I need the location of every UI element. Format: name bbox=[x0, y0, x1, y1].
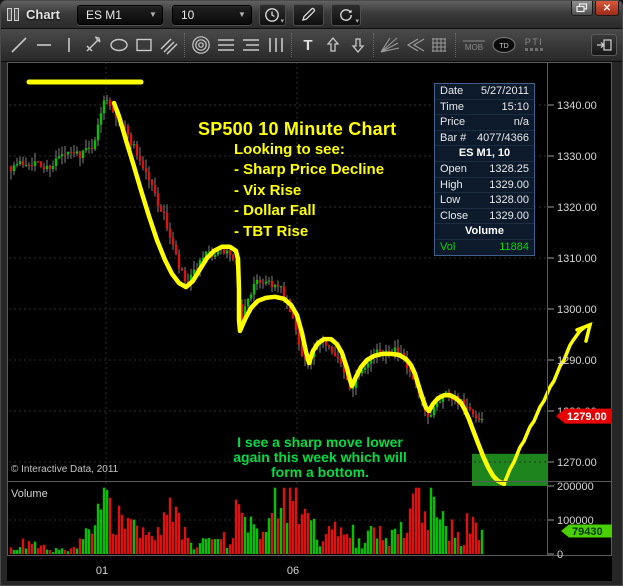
panel-label: Price bbox=[440, 115, 465, 130]
panel-label: Time bbox=[440, 100, 464, 115]
gann-arrows-tool[interactable] bbox=[402, 33, 427, 57]
time-range-button[interactable]: ▾ bbox=[259, 4, 286, 26]
close-icon: ✕ bbox=[603, 3, 611, 14]
fibonacci-time-zones-tool[interactable] bbox=[263, 33, 288, 57]
panel-symbol-header: ES M1, 10 bbox=[435, 146, 534, 162]
arrow-down-tool[interactable] bbox=[345, 33, 370, 57]
toolbar-separator bbox=[455, 33, 456, 57]
svg-text:MOB: MOB bbox=[465, 43, 483, 52]
svg-text:1340.00: 1340.00 bbox=[557, 100, 597, 112]
svg-text:PTI: PTI bbox=[525, 37, 544, 47]
speed-resistance-lines-tool[interactable] bbox=[238, 33, 263, 57]
panel-row: Date 5/27/2011 bbox=[435, 84, 534, 100]
dock-panel-button[interactable] bbox=[591, 34, 617, 56]
interval-dropdown[interactable]: 10 ▼ bbox=[172, 5, 252, 25]
rectangle-tool[interactable] bbox=[131, 33, 156, 57]
panel-row: Price n/a bbox=[435, 115, 534, 131]
mob-tool[interactable]: MOB bbox=[459, 33, 489, 57]
svg-text:0: 0 bbox=[557, 549, 563, 561]
chart-window-icon bbox=[7, 8, 19, 21]
panel-label: Vol bbox=[440, 240, 455, 255]
gann-fan-tool[interactable] bbox=[377, 33, 402, 57]
trendline-tool[interactable] bbox=[6, 33, 31, 57]
ellipse-tool[interactable] bbox=[106, 33, 131, 57]
toolbar-separator bbox=[291, 33, 292, 57]
interval-value: 10 bbox=[181, 8, 194, 22]
panel-label: Open bbox=[440, 162, 467, 177]
restore-icon bbox=[576, 3, 588, 13]
text-tool[interactable]: T bbox=[295, 33, 320, 57]
panel-value: n/a bbox=[514, 115, 529, 130]
window-controls: ✕ bbox=[571, 1, 622, 16]
svg-text:1320.00: 1320.00 bbox=[557, 202, 597, 214]
fibonacci-retracement-tool[interactable] bbox=[213, 33, 238, 57]
fibonacci-circles-tool[interactable] bbox=[188, 33, 213, 57]
svg-text:1290.00: 1290.00 bbox=[557, 355, 597, 367]
chevron-down-icon: ▼ bbox=[238, 10, 246, 19]
panel-value: 5/27/2011 bbox=[481, 84, 529, 99]
svg-text:200000: 200000 bbox=[557, 481, 594, 493]
svg-text:TD: TD bbox=[499, 43, 508, 50]
panel-label: Low bbox=[440, 193, 460, 208]
svg-text:1279.00: 1279.00 bbox=[567, 411, 607, 423]
symbol-value: ES M1 bbox=[86, 8, 122, 22]
panel-value: 1329.00 bbox=[489, 178, 529, 193]
chevron-down-icon: ▾ bbox=[355, 17, 359, 25]
title-bar: Chart ES M1 ▼ 10 ▼ ▾ ▾ ✕ bbox=[1, 1, 622, 29]
panel-value: 11884 bbox=[499, 240, 529, 255]
chart-area: 1340.00 1330.00 1320.00 1310.00 1300.00 1290.… bbox=[1, 62, 622, 585]
svg-text:1330.00: 1330.00 bbox=[557, 151, 597, 163]
vertical-line-tool[interactable] bbox=[56, 33, 81, 57]
svg-text:79430: 79430 bbox=[572, 526, 603, 538]
restore-window-button[interactable] bbox=[571, 1, 593, 16]
panel-label: Close bbox=[440, 209, 468, 224]
pitchfork-tool[interactable] bbox=[81, 33, 106, 57]
symbol-dropdown[interactable]: ES M1 ▼ bbox=[77, 5, 163, 25]
refresh-icon bbox=[338, 7, 354, 23]
svg-text:T: T bbox=[303, 37, 312, 54]
chart-window: Chart ES M1 ▼ 10 ▼ ▾ ▾ ✕ bbox=[0, 0, 623, 586]
pti-tool[interactable]: PTI bbox=[519, 33, 549, 57]
pencil-icon bbox=[300, 6, 317, 23]
panel-value: 1329.00 bbox=[489, 209, 529, 224]
panel-row-volume: Vol 11884 bbox=[435, 240, 534, 255]
toolbar-separator bbox=[184, 33, 185, 57]
panel-row: Close 1329.00 bbox=[435, 209, 534, 225]
panel-value: 1328.00 bbox=[489, 193, 529, 208]
draw-button[interactable] bbox=[293, 4, 324, 26]
panel-value: 4077/4366 bbox=[477, 131, 529, 146]
chevron-down-icon: ▾ bbox=[280, 17, 284, 25]
panel-label: High bbox=[440, 178, 463, 193]
panel-row: Low 1328.00 bbox=[435, 193, 534, 209]
toolbar-separator bbox=[373, 33, 374, 57]
panel-label: Bar # bbox=[440, 131, 466, 146]
drawing-toolbar: T MOB TD PTI bbox=[1, 29, 622, 62]
td-sequential-tool[interactable]: TD bbox=[489, 33, 519, 57]
gann-grid-tool[interactable] bbox=[427, 33, 452, 57]
arrow-up-tool[interactable] bbox=[320, 33, 345, 57]
data-window-panel: Date 5/27/2011 Time 15:10 Price n/a Bar # 40… bbox=[434, 83, 535, 256]
date-axis-label: 06 bbox=[287, 565, 299, 577]
panel-label: Date bbox=[440, 84, 463, 99]
close-window-button[interactable]: ✕ bbox=[595, 1, 619, 16]
panel-value: 15:10 bbox=[501, 100, 529, 115]
panel-row: High 1329.00 bbox=[435, 178, 534, 194]
clock-icon bbox=[264, 7, 280, 23]
chevron-down-icon: ▼ bbox=[149, 10, 157, 19]
svg-text:1270.00: 1270.00 bbox=[557, 457, 597, 469]
svg-text:1310.00: 1310.00 bbox=[557, 253, 597, 265]
parallel-channel-tool[interactable] bbox=[156, 33, 181, 57]
panel-value: 1328.25 bbox=[489, 162, 529, 177]
panel-volume-header: Volume bbox=[435, 224, 534, 240]
svg-text:1300.00: 1300.00 bbox=[557, 304, 597, 316]
panel-row: Open 1328.25 bbox=[435, 162, 534, 178]
panel-row: Time 15:10 bbox=[435, 100, 534, 116]
dock-panel-icon bbox=[596, 39, 612, 51]
window-title: Chart bbox=[26, 7, 60, 22]
horizontal-line-tool[interactable] bbox=[31, 33, 56, 57]
panel-row: Bar # 4077/4366 bbox=[435, 131, 534, 147]
date-axis-label: 01 bbox=[96, 565, 108, 577]
refresh-button[interactable]: ▾ bbox=[331, 4, 361, 26]
